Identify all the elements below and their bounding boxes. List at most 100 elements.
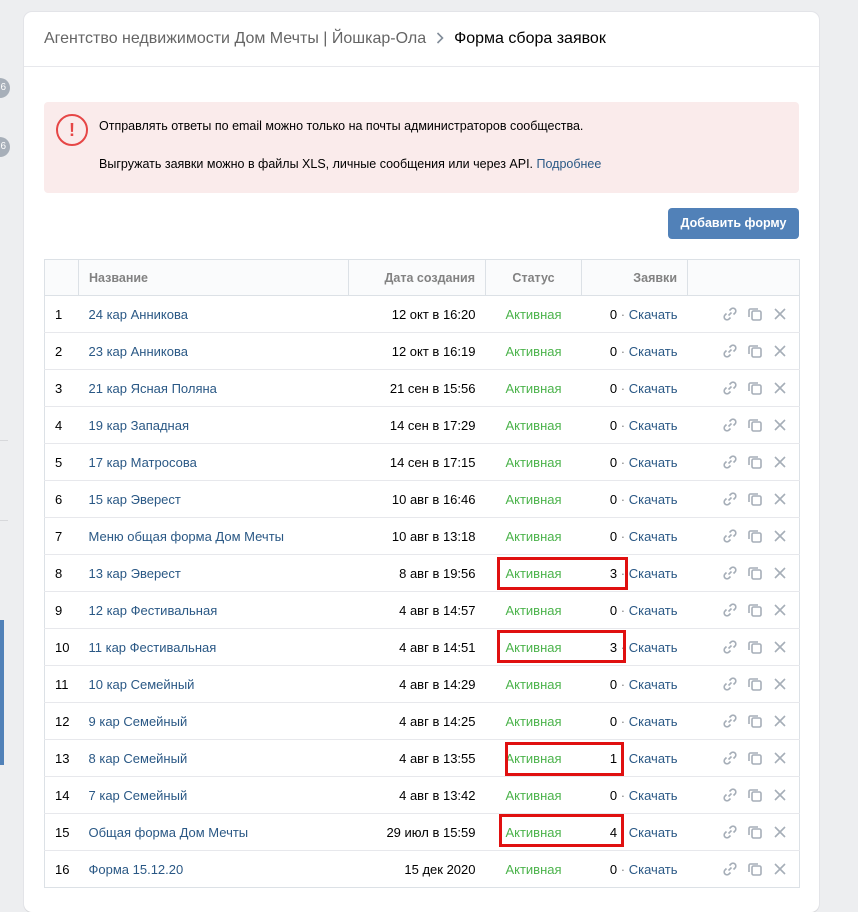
close-icon[interactable] [771, 675, 789, 693]
close-icon[interactable] [771, 490, 789, 508]
status-badge: Активная [505, 787, 562, 803]
download-link[interactable]: Скачать [629, 344, 678, 359]
copy-icon[interactable] [746, 675, 764, 693]
link-icon[interactable] [721, 638, 739, 656]
close-icon[interactable] [771, 638, 789, 656]
form-name-link[interactable]: 13 кар Эверест [89, 566, 181, 581]
form-name-link[interactable]: 19 кар Западная [89, 418, 190, 433]
form-name-link[interactable]: 17 кар Матросова [89, 455, 197, 470]
copy-icon[interactable] [746, 416, 764, 434]
form-name-link[interactable]: Меню общая форма Дом Мечты [89, 529, 285, 544]
status-badge: Активная [505, 713, 562, 729]
copy-icon[interactable] [746, 601, 764, 619]
download-link[interactable]: Скачать [629, 714, 678, 729]
copy-icon[interactable] [746, 453, 764, 471]
applications-count: 0 [609, 528, 618, 544]
header-apps[interactable]: Заявки [581, 259, 688, 296]
close-icon[interactable] [771, 601, 789, 619]
header-date[interactable]: Дата создания [348, 259, 486, 296]
download-link[interactable]: Скачать [629, 862, 678, 877]
link-icon[interactable] [721, 749, 739, 767]
link-icon[interactable] [721, 490, 739, 508]
download-link[interactable]: Скачать [629, 640, 678, 655]
download-link[interactable]: Скачать [629, 677, 678, 692]
copy-icon[interactable] [746, 823, 764, 841]
download-link[interactable]: Скачать [629, 566, 678, 581]
download-link[interactable]: Скачать [629, 603, 678, 618]
close-icon[interactable] [771, 453, 789, 471]
breadcrumb-community-link[interactable]: Агентство недвижимости Дом Мечты | Йошка… [44, 30, 426, 48]
add-form-button[interactable]: Добавить форму [668, 208, 799, 239]
download-link[interactable]: Скачать [629, 492, 678, 507]
link-icon[interactable] [721, 379, 739, 397]
status-badge: Активная [505, 306, 562, 322]
form-name-link[interactable]: Форма 15.12.20 [89, 862, 184, 877]
link-icon[interactable] [721, 342, 739, 360]
form-name-link[interactable]: 12 кар Фестивальная [89, 603, 218, 618]
download-link[interactable]: Скачать [629, 381, 678, 396]
copy-icon[interactable] [746, 527, 764, 545]
copy-icon[interactable] [746, 860, 764, 878]
header-status[interactable]: Статус [485, 259, 582, 296]
copy-icon[interactable] [746, 712, 764, 730]
separator-dot: · [620, 454, 626, 470]
link-icon[interactable] [721, 786, 739, 804]
copy-icon[interactable] [746, 564, 764, 582]
row-number: 2 [44, 332, 79, 370]
form-name-link[interactable]: 8 кар Семейный [89, 751, 188, 766]
form-name-link[interactable]: 15 кар Эверест [89, 492, 181, 507]
status-badge: Активная [505, 750, 562, 766]
close-icon[interactable] [771, 860, 789, 878]
form-name-link[interactable]: 10 кар Семейный [89, 677, 195, 692]
table-row: 11 10 кар Семейный 4 авг в 14:29 Активная 0 … [44, 665, 800, 703]
applications-count: 0 [609, 417, 618, 433]
download-link[interactable]: Скачать [629, 788, 678, 803]
copy-icon[interactable] [746, 305, 764, 323]
form-name-link[interactable]: 9 кар Семейный [89, 714, 188, 729]
link-icon[interactable] [721, 305, 739, 323]
download-link[interactable]: Скачать [629, 751, 678, 766]
download-link[interactable]: Скачать [629, 307, 678, 322]
link-icon[interactable] [721, 675, 739, 693]
form-name-link[interactable]: 7 кар Семейный [89, 788, 188, 803]
form-name-link[interactable]: 24 кар Анникова [89, 307, 188, 322]
link-icon[interactable] [721, 416, 739, 434]
separator-dot: · [620, 565, 626, 581]
link-icon[interactable] [721, 712, 739, 730]
download-link[interactable]: Скачать [629, 418, 678, 433]
form-name-link[interactable]: 21 кар Ясная Поляна [89, 381, 217, 396]
close-icon[interactable] [771, 379, 789, 397]
download-link[interactable]: Скачать [629, 529, 678, 544]
close-icon[interactable] [771, 712, 789, 730]
copy-icon[interactable] [746, 379, 764, 397]
close-icon[interactable] [771, 823, 789, 841]
row-actions [698, 490, 790, 508]
link-icon[interactable] [721, 564, 739, 582]
link-icon[interactable] [721, 860, 739, 878]
close-icon[interactable] [771, 564, 789, 582]
link-icon[interactable] [721, 527, 739, 545]
download-link[interactable]: Скачать [629, 825, 678, 840]
row-actions [698, 749, 790, 767]
link-icon[interactable] [721, 453, 739, 471]
close-icon[interactable] [771, 416, 789, 434]
copy-icon[interactable] [746, 638, 764, 656]
copy-icon[interactable] [746, 490, 764, 508]
form-name-link[interactable]: 11 кар Фестивальная [89, 640, 217, 655]
link-icon[interactable] [721, 601, 739, 619]
form-name-link[interactable]: 23 кар Анникова [89, 344, 188, 359]
download-link[interactable]: Скачать [629, 455, 678, 470]
header-name[interactable]: Название [78, 259, 349, 296]
applications-cell: 0 · Скачать [581, 295, 688, 333]
form-name-link[interactable]: Общая форма Дом Мечты [89, 825, 249, 840]
close-icon[interactable] [771, 786, 789, 804]
close-icon[interactable] [771, 305, 789, 323]
copy-icon[interactable] [746, 786, 764, 804]
more-info-link[interactable]: Подробнее [537, 157, 602, 171]
copy-icon[interactable] [746, 749, 764, 767]
copy-icon[interactable] [746, 342, 764, 360]
close-icon[interactable] [771, 342, 789, 360]
close-icon[interactable] [771, 527, 789, 545]
close-icon[interactable] [771, 749, 789, 767]
link-icon[interactable] [721, 823, 739, 841]
